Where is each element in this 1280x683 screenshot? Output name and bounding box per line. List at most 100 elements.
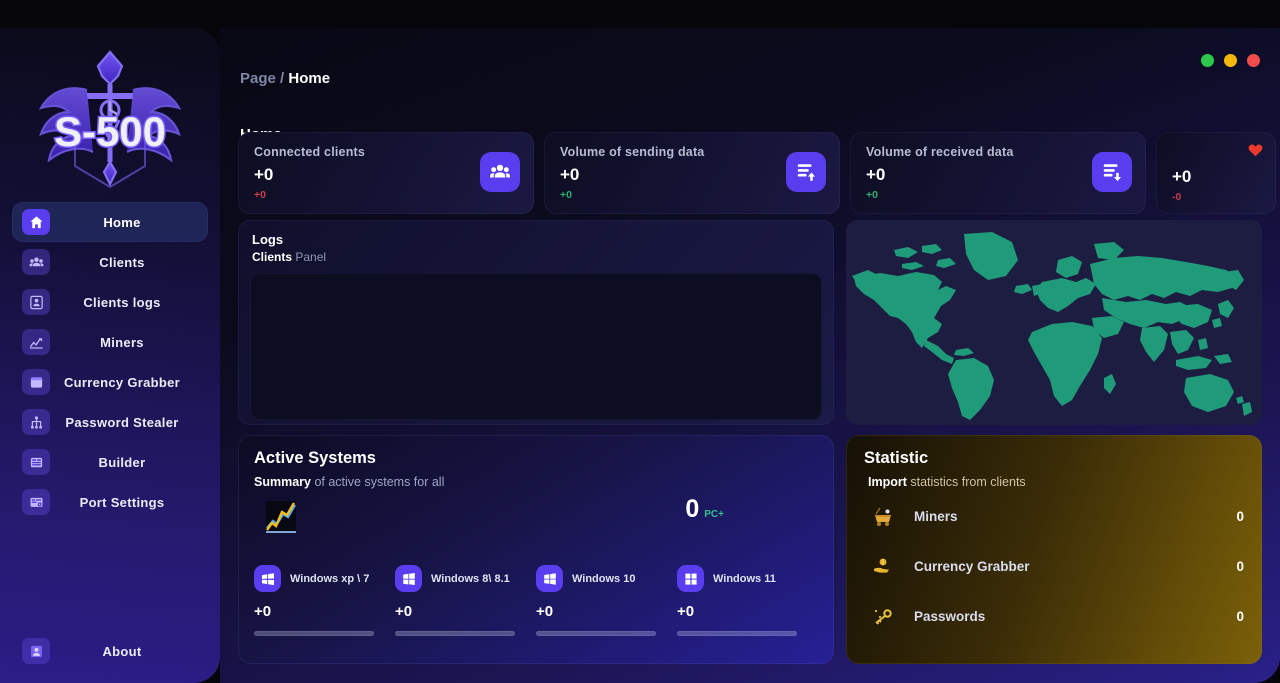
stat-card-title: Volume of received data	[866, 145, 1014, 159]
os-item-value: +0	[254, 603, 272, 620]
stat-card-favorite[interactable]: +0 -0	[1156, 132, 1276, 214]
logs-subtitle-rest: Panel	[292, 250, 327, 264]
statistic-row-name: Passwords	[914, 609, 986, 624]
statistic-title: Statistic	[864, 449, 929, 467]
sidebar-item-label: Clients	[99, 254, 145, 270]
sidebar-item-about[interactable]: About	[12, 631, 208, 671]
sidebar-item-label: Clients logs	[83, 294, 161, 310]
active-systems-subtitle-rest: of active systems for all	[310, 475, 445, 489]
statistic-subtitle-rest: statistics from clients	[906, 475, 1026, 489]
sidebar-item-label: Home	[103, 214, 141, 230]
stat-card-received-data[interactable]: Volume of received data +0 +0	[850, 132, 1146, 214]
minimize-button[interactable]	[1201, 54, 1214, 67]
active-systems-subtitle-bold: Summary	[254, 475, 311, 489]
sidebar-item-label: Password Stealer	[65, 414, 179, 430]
key-icon	[868, 605, 898, 629]
statistic-row-value: 0	[1236, 609, 1244, 624]
stat-card-delta: -0	[1172, 191, 1182, 203]
mine-cart-icon	[868, 505, 898, 529]
sidebar-nav: Home Clients Clients logs Miners Currenc…	[0, 202, 220, 522]
stat-card-delta: +0	[254, 189, 266, 201]
windows-11-icon	[677, 565, 704, 592]
password-stealer-icon	[22, 409, 50, 435]
stat-card-connected-clients[interactable]: Connected clients +0 +0	[238, 132, 534, 214]
statistic-row-passwords[interactable]: Passwords 0	[864, 594, 1244, 639]
sidebar-item-miners[interactable]: Miners	[12, 322, 208, 362]
breadcrumb-current: Home	[288, 70, 331, 87]
os-item-progress	[395, 631, 515, 636]
logs-subtitle: Clients Panel	[250, 250, 822, 264]
os-item-name: Windows 8\ 8.1	[431, 572, 510, 585]
active-systems-title: Active Systems	[254, 449, 376, 467]
statistic-row-miners[interactable]: Miners 0	[864, 494, 1244, 539]
stat-card-title: Connected clients	[254, 145, 366, 159]
sidebar-item-port-settings[interactable]: Port Settings	[12, 482, 208, 522]
logs-list[interactable]	[250, 273, 822, 420]
os-item-name: Windows xp \ 7	[290, 572, 370, 585]
miners-icon	[22, 329, 50, 355]
logo-text: S-500	[54, 108, 166, 155]
statistic-subtitle: Import statistics from clients	[864, 475, 1244, 489]
app-logo: S-500	[0, 28, 220, 196]
maximize-button[interactable]	[1224, 54, 1237, 67]
logs-subtitle-bold: Clients	[252, 250, 293, 264]
windows-8-icon	[395, 565, 422, 592]
stat-card-title: Volume of sending data	[560, 145, 705, 159]
sidebar-item-label: About	[102, 643, 142, 659]
os-item-windows-8[interactable]: Windows 8\ 8.1 +0	[395, 565, 536, 636]
active-systems-panel: Active Systems Summary of active systems…	[238, 435, 834, 664]
window-controls	[1201, 54, 1260, 67]
world-map[interactable]	[846, 220, 1262, 425]
home-icon	[22, 209, 50, 235]
world-map-svg	[846, 220, 1262, 425]
os-item-windows-11[interactable]: Windows 11 +0	[677, 565, 818, 636]
download-list-icon	[1092, 152, 1132, 192]
os-item-windows-10[interactable]: Windows 10 +0	[536, 565, 677, 636]
sidebar-item-clients[interactable]: Clients	[12, 242, 208, 282]
sidebar-item-currency-grabber[interactable]: Currency Grabber	[12, 362, 208, 402]
sidebar-item-home[interactable]: Home	[12, 202, 208, 242]
stat-card-value: +0	[1172, 167, 1192, 186]
hand-coin-icon	[868, 555, 898, 579]
builder-icon	[22, 449, 50, 475]
clients-logs-icon	[22, 289, 50, 315]
statistic-subtitle-bold: Import	[868, 475, 907, 489]
statistic-row-name: Miners	[914, 509, 958, 524]
heart-icon	[1247, 142, 1264, 163]
sidebar: S-500 Home Clients Clients logs Miners C…	[0, 28, 220, 683]
active-systems-count-number: 0	[685, 495, 700, 523]
statistic-row-currency-grabber[interactable]: Currency Grabber 0	[864, 544, 1244, 589]
sidebar-item-builder[interactable]: Builder	[12, 442, 208, 482]
user-icon	[22, 638, 50, 664]
sidebar-item-clients-logs[interactable]: Clients logs	[12, 282, 208, 322]
stat-card-delta: +0	[866, 189, 878, 201]
stat-card-value: +0	[560, 165, 580, 184]
close-button[interactable]	[1247, 54, 1260, 67]
breadcrumb: Page / Home	[240, 70, 330, 87]
stat-card-value: +0	[254, 165, 274, 184]
os-item-windows-xp-7[interactable]: Windows xp \ 7 +0	[254, 565, 395, 636]
os-item-name: Windows 11	[713, 572, 776, 585]
clients-icon	[22, 249, 50, 275]
breadcrumb-root[interactable]: Page /	[240, 70, 284, 87]
active-systems-subtitle: Summary of active systems for all	[254, 475, 818, 489]
sidebar-item-label: Miners	[100, 334, 144, 350]
active-systems-count: 0 PC+	[685, 497, 724, 522]
sidebar-item-password-stealer[interactable]: Password Stealer	[12, 402, 208, 442]
logs-title: Logs	[252, 232, 284, 247]
statistic-panel: Statistic Import statistics from clients…	[846, 435, 1262, 664]
os-breakdown: Windows xp \ 7 +0 Windows 8\ 8.1 +0 Wind…	[254, 565, 818, 636]
sidebar-item-label: Port Settings	[79, 494, 165, 510]
logs-panel: Logs Clients Panel	[238, 220, 834, 425]
statistic-row-value: 0	[1236, 509, 1244, 524]
upload-list-icon	[786, 152, 826, 192]
sidebar-item-label: Builder	[98, 454, 146, 470]
os-item-progress	[254, 631, 374, 636]
os-item-value: +0	[677, 603, 695, 620]
stat-cards: Connected clients +0 +0 Volume of sendin…	[238, 132, 1280, 214]
os-item-progress	[536, 631, 656, 636]
os-item-name: Windows 10	[572, 572, 636, 585]
port-settings-icon	[22, 489, 50, 515]
stat-card-sending-data[interactable]: Volume of sending data +0 +0	[544, 132, 840, 214]
active-systems-summary: 0 PC+	[254, 497, 818, 551]
